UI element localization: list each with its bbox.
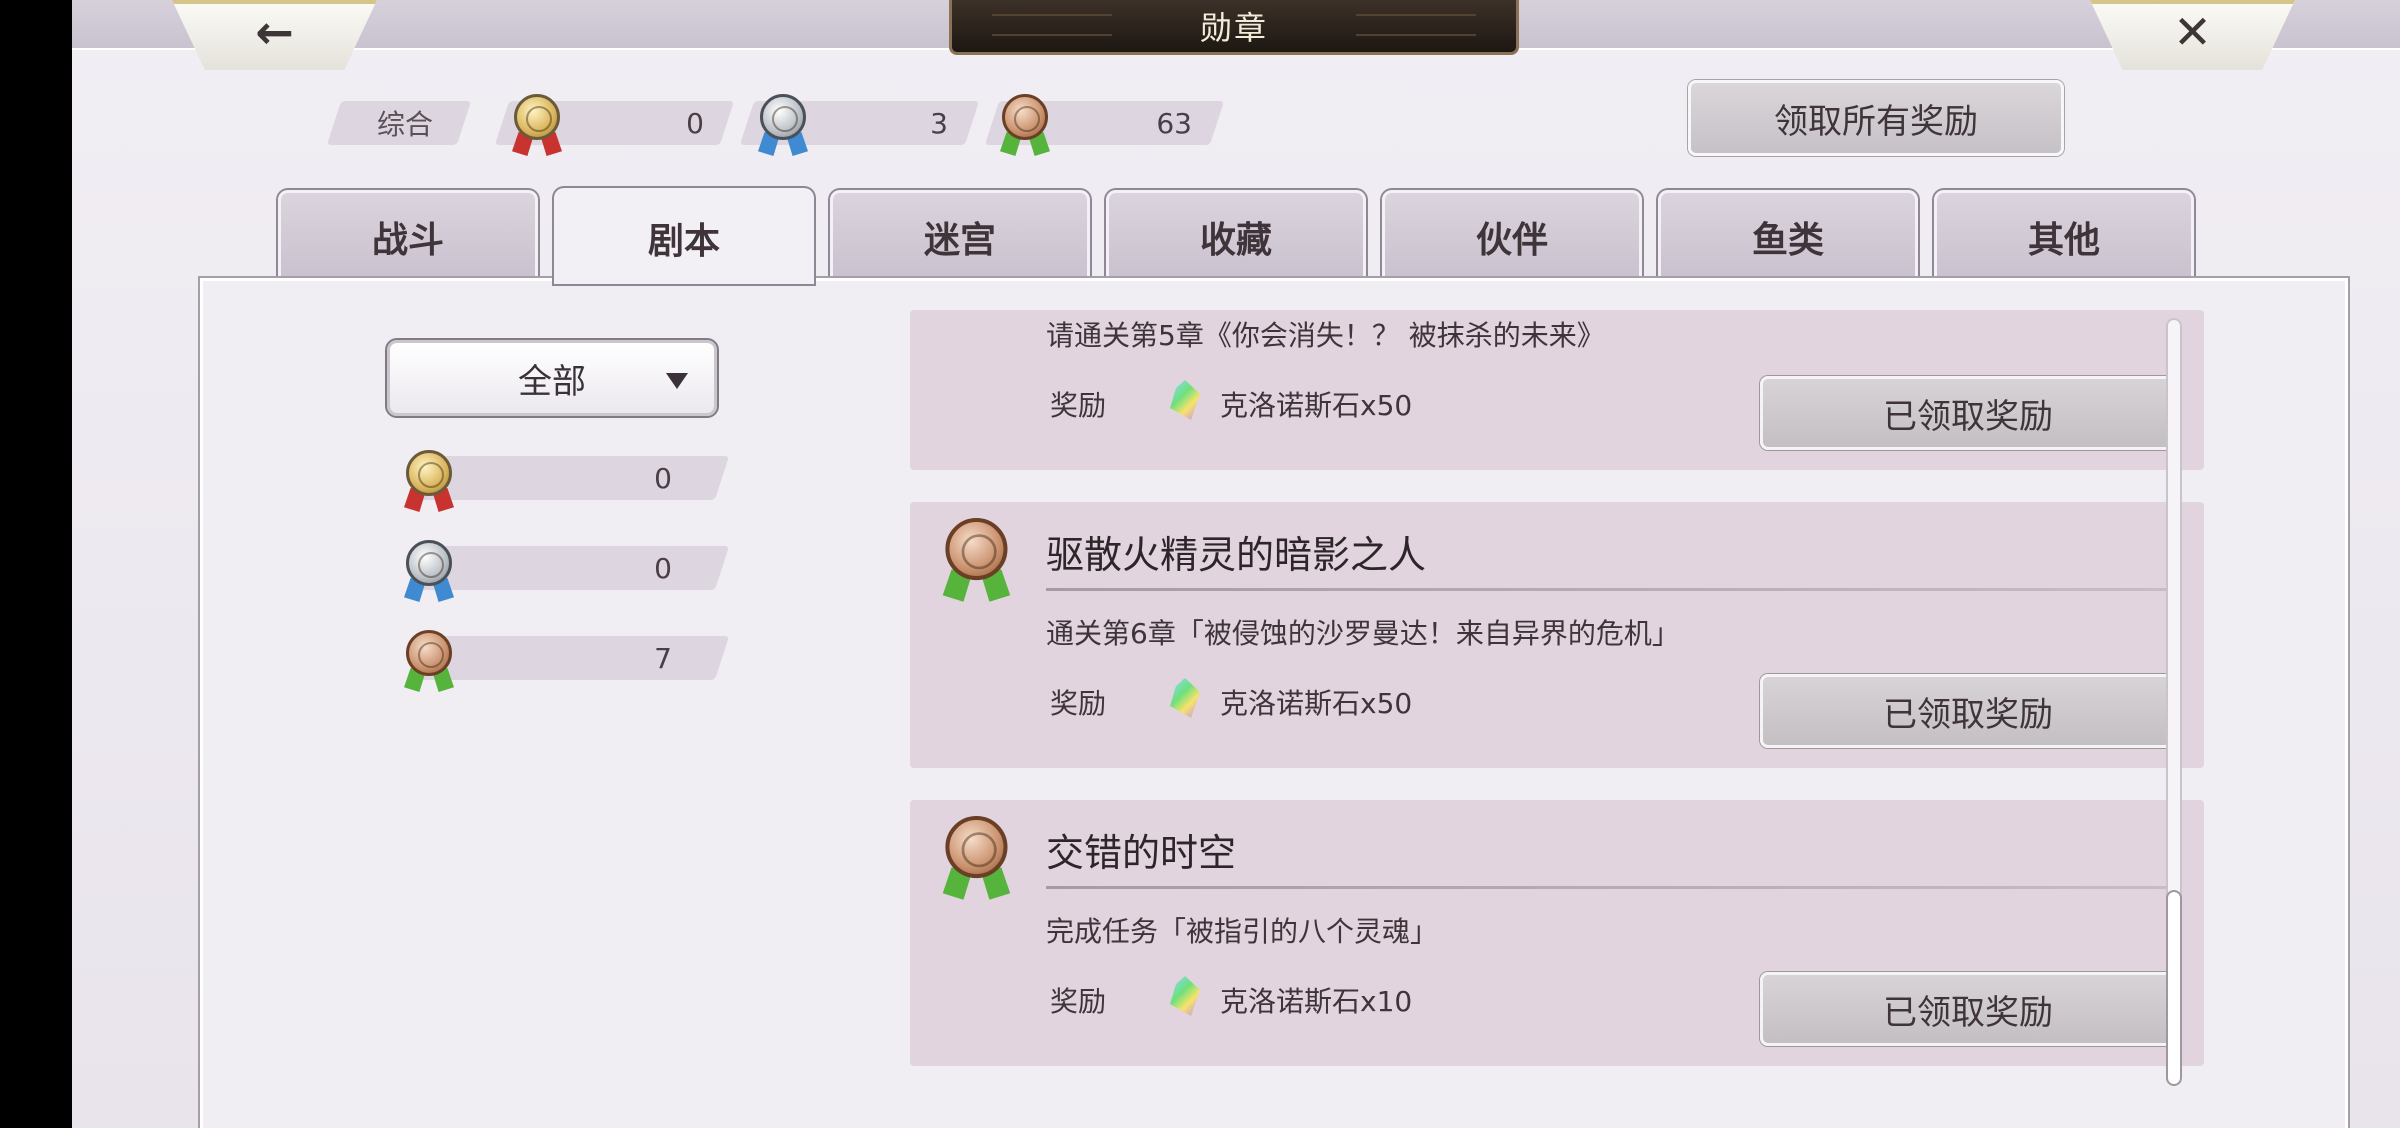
tab-collection[interactable]: 收藏 bbox=[1106, 190, 1366, 280]
claim-all-rewards-button[interactable]: 领取所有奖励 bbox=[1688, 80, 2064, 156]
tab-labyrinth[interactable]: 迷宫 bbox=[830, 190, 1090, 280]
medal-filter-dropdown[interactable]: 全部 bbox=[387, 340, 717, 416]
medal-card: 驱散火精灵的暗影之人 通关第6章「被侵蚀的沙罗曼达！来自异界的危机」 奖励 克洛… bbox=[910, 502, 2204, 768]
reward-label: 奖励 bbox=[1050, 687, 1107, 720]
tab-fish[interactable]: 鱼类 bbox=[1658, 190, 1918, 280]
medal-screen: ← 勋章 ✕ 综合 0 3 63 领取所有奖励 战斗 剧本 迷宫 收藏 伙伴 鱼… bbox=[72, 0, 2400, 1128]
medal-description: 请通关第5章《你会消失！？ 被抹杀的未来》 bbox=[1046, 319, 1605, 352]
reward-amount: 克洛诺斯石x10 bbox=[1220, 985, 1413, 1018]
bronze-count: 7 bbox=[654, 642, 672, 675]
reward-amount: 克洛诺斯石x50 bbox=[1220, 687, 1413, 720]
reward-claimed-button[interactable]: 已领取奖励 bbox=[1760, 972, 2176, 1046]
title-ornament-right bbox=[1356, 14, 1476, 36]
reward-amount: 克洛诺斯石x50 bbox=[1220, 389, 1413, 422]
bronze-medal-icon bbox=[940, 518, 1013, 602]
medal-card: 请通关第5章《你会消失！？ 被抹杀的未来》 奖励 克洛诺斯石x50 已领取奖励 bbox=[910, 310, 2204, 470]
reward-label: 奖励 bbox=[1050, 389, 1107, 422]
tab-story[interactable]: 剧本 bbox=[554, 188, 814, 284]
filter-count-gold: 0 bbox=[402, 450, 730, 512]
medal-list[interactable]: 请通关第5章《你会消失！？ 被抹杀的未来》 奖励 克洛诺斯石x50 已领取奖励 … bbox=[838, 310, 2208, 1110]
medal-title: 交错的时空 bbox=[1046, 831, 1237, 875]
tab-other[interactable]: 其他 bbox=[1934, 190, 2194, 280]
filter-selected-value: 全部 bbox=[518, 361, 586, 402]
back-button[interactable]: ← bbox=[172, 0, 377, 70]
tab-companion[interactable]: 伙伴 bbox=[1382, 190, 1642, 280]
bronze-medal-count: 63 bbox=[1156, 106, 1192, 140]
gold-medal-count: 0 bbox=[686, 106, 704, 140]
silver-medal-icon bbox=[756, 94, 810, 156]
medal-card: 交错的时空 完成任务「被指引的八个灵魂」 奖励 克洛诺斯石x10 已领取奖励 bbox=[910, 800, 2204, 1066]
dropdown-triangle-icon bbox=[666, 373, 688, 389]
gold-medal-icon bbox=[510, 94, 564, 156]
bronze-medal-icon bbox=[940, 816, 1013, 900]
filter-count-bronze: 7 bbox=[402, 630, 730, 692]
summary-label: 综合 bbox=[377, 108, 434, 141]
title-divider bbox=[1046, 886, 2166, 889]
silver-medal-count: 3 bbox=[930, 106, 948, 140]
scrollbar-thumb[interactable] bbox=[2166, 890, 2182, 1086]
bronze-medal-icon bbox=[402, 630, 456, 692]
chronos-stone-icon bbox=[1170, 678, 1200, 718]
bronze-medal-icon bbox=[998, 94, 1052, 156]
reward-claimed-button[interactable]: 已领取奖励 bbox=[1760, 376, 2176, 450]
silver-medal-icon bbox=[402, 540, 456, 602]
title-ornament-left bbox=[992, 14, 1112, 36]
chronos-stone-icon bbox=[1170, 380, 1200, 420]
title-plate: 勋章 bbox=[949, 0, 1519, 55]
reward-label: 奖励 bbox=[1050, 985, 1107, 1018]
reward-claimed-button[interactable]: 已领取奖励 bbox=[1760, 674, 2176, 748]
medal-title: 驱散火精灵的暗影之人 bbox=[1046, 533, 1427, 577]
medal-description: 完成任务「被指引的八个灵魂」 bbox=[1046, 915, 1439, 948]
chronos-stone-icon bbox=[1170, 976, 1200, 1016]
filter-count-silver: 0 bbox=[402, 540, 730, 602]
scrollbar[interactable] bbox=[2166, 318, 2182, 1086]
silver-count: 0 bbox=[654, 552, 672, 585]
close-button[interactable]: ✕ bbox=[2090, 0, 2295, 70]
tab-battle[interactable]: 战斗 bbox=[278, 190, 538, 280]
back-arrow-icon: ← bbox=[255, 5, 294, 59]
gold-medal-icon bbox=[402, 450, 456, 512]
title-divider bbox=[1046, 588, 2166, 591]
close-icon: ✕ bbox=[2173, 5, 2212, 59]
medal-description: 通关第6章「被侵蚀的沙罗曼达！来自异界的危机」 bbox=[1046, 617, 1680, 650]
gold-count: 0 bbox=[654, 462, 672, 495]
page-title: 勋章 bbox=[1199, 9, 1268, 47]
